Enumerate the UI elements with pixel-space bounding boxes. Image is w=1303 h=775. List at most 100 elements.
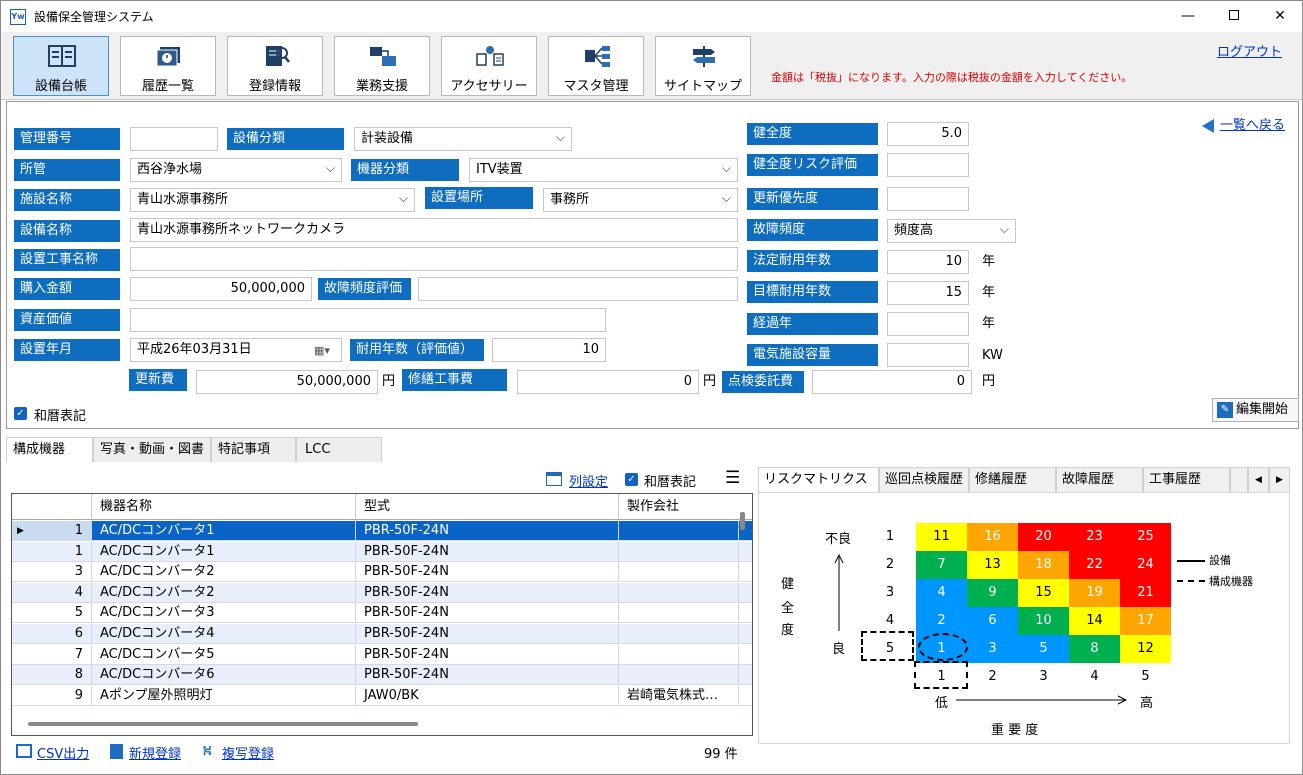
tab-failure-history[interactable]: 故障履歴 <box>1056 467 1143 493</box>
kosho-hindo-hyoka-input[interactable] <box>418 277 738 301</box>
setchi-nengetsu-date[interactable]: 平成26年03月31日 <box>130 338 342 362</box>
matrix-cell: 9 <box>967 579 1018 607</box>
shuzen-kojihi-input[interactable]: 0 <box>517 370 699 394</box>
setchi-koji-input[interactable] <box>130 247 738 271</box>
close-button[interactable]: ✕ <box>1257 5 1302 27</box>
label-shisetsu-meisho: 施設名称 <box>14 189 120 211</box>
vertical-scrollbar[interactable] <box>740 512 745 530</box>
tab-repair-history[interactable]: 修繕履歴 <box>969 467 1056 493</box>
toolbar: 設備台帳 履歴一覧 登録情報 業務支援 アクセサリー マスタ管理 サイトマップ … <box>1 32 1302 100</box>
toolbar-button-accessory[interactable]: アクセサリー <box>441 36 537 96</box>
matrix-cell: 15 <box>1018 579 1069 607</box>
tab-components[interactable]: 構成機器 <box>6 437 93 463</box>
table-row[interactable]: 5 AC/DCコンバータ3 PBR-50F-24N <box>12 603 752 624</box>
matrix-cell: 2 <box>916 607 967 635</box>
grid-wareki-checkbox[interactable]: ✓ <box>625 473 638 486</box>
table-row[interactable]: 1 AC/DCコンバータ1 PBR-50F-24N ▶ <box>12 519 752 541</box>
cell-model: PBR-50F-24N <box>356 603 619 623</box>
title-bar: Yw 設備保全管理システム — ✕ <box>1 1 1302 32</box>
new-record-link[interactable]: 新規登録 <box>129 743 181 762</box>
legend-component-line <box>1177 580 1205 582</box>
koshin-yusendo-input[interactable] <box>887 187 969 211</box>
table-row[interactable]: 4 AC/DCコンバータ2 PBR-50F-24N <box>12 582 752 603</box>
label-kosho-hindo-hyoka: 故障頻度評価 <box>318 278 411 300</box>
table-row[interactable]: 3 AC/DCコンバータ2 PBR-50F-24N <box>12 562 752 583</box>
toolbar-button-history[interactable]: 履歴一覧 <box>120 36 216 96</box>
header-maker[interactable]: 製作会社 <box>619 494 739 519</box>
setchi-basho-select[interactable]: 事務所 <box>543 188 738 212</box>
tab-construction-history[interactable]: 工事履歴 <box>1143 467 1230 493</box>
wareki-checkbox[interactable]: ✓ <box>14 407 27 420</box>
horizontal-scrollbar[interactable] <box>28 722 418 726</box>
toolbar-button-master[interactable]: マスタ管理 <box>548 36 644 96</box>
app-logo-icon: Yw <box>10 9 26 25</box>
minimize-button[interactable]: — <box>1165 5 1211 27</box>
setsubi-meisho-input[interactable]: 青山水源事務所ネットワークカメラ <box>130 218 738 242</box>
konyu-kingaku-input[interactable]: 50,000,000 <box>130 277 312 301</box>
tab-photos[interactable]: 写真・動画・図書 <box>93 437 211 463</box>
grid-menu-icon[interactable]: ☰ <box>725 468 740 488</box>
tab-lcc[interactable]: LCC <box>296 437 382 463</box>
back-to-list-link[interactable]: 一覧へ戻る <box>1202 114 1285 133</box>
toolbar-button-registration[interactable]: 登録情報 <box>227 36 323 96</box>
toolbar-button-sitemap[interactable]: サイトマップ <box>655 36 751 96</box>
cell-name: AC/DCコンバータ1 <box>92 521 356 540</box>
tab-notes[interactable]: 特記事項 <box>211 437 296 463</box>
header-name[interactable]: 機器名称 <box>92 494 356 519</box>
row-number: 1 <box>12 541 92 561</box>
wareki-label: 和暦表記 <box>34 409 87 424</box>
keika-nen-input[interactable] <box>887 312 969 336</box>
label-denki-yoryo: 電気施設容量 <box>747 344 878 366</box>
kosho-hindo-select[interactable]: 頻度高 <box>887 219 1016 243</box>
component-marker-row <box>861 631 914 661</box>
matrix-cell: 22 <box>1069 551 1120 579</box>
cell-model: PBR-50F-24N <box>356 624 619 643</box>
shokan-select[interactable]: 西谷浄水場 <box>130 158 342 182</box>
toolbar-button-ledger[interactable]: 設備台帳 <box>13 36 109 96</box>
toolbar-button-work-support[interactable]: 業務支援 <box>334 36 430 96</box>
koshinhi-input[interactable]: 50,000,000 <box>196 370 378 394</box>
table-row[interactable]: 8 AC/DCコンバータ6 PBR-50F-24N <box>12 665 752 686</box>
shisan-kachi-input[interactable] <box>130 308 606 332</box>
cell-model: PBR-50F-24N <box>356 521 619 540</box>
setsubi-bunrui-select[interactable]: 計装設備 <box>354 127 572 151</box>
label-koshinhi: 更新費 <box>129 369 187 391</box>
kiki-bunrui-select[interactable]: ITV装置 <box>469 158 738 182</box>
table-row[interactable]: 9 Aポンプ屋外照明灯 JAW0/BK 岩崎電気株式… <box>12 685 752 706</box>
matrix-col-label: 3 <box>1039 669 1048 684</box>
column-settings-link[interactable]: 列設定 <box>569 471 608 490</box>
header-model[interactable]: 型式 <box>356 494 619 519</box>
kenzendo-input[interactable]: 5.0 <box>887 122 969 146</box>
calendar-dropdown-icon[interactable]: ▦▾ <box>314 344 330 357</box>
table-row[interactable]: 1 AC/DCコンバータ1 PBR-50F-24N <box>12 541 752 562</box>
tab-risk-matrix[interactable]: リスクマトリクス <box>758 467 879 493</box>
tab-patrol-history[interactable]: 巡回点検履歴 <box>879 467 969 493</box>
maximize-button[interactable] <box>1211 5 1257 27</box>
kanri-bango-input[interactable] <box>130 127 218 151</box>
label-setchi-koji: 設置工事名称 <box>14 249 120 271</box>
label-shokan: 所管 <box>14 159 120 181</box>
csv-export-link[interactable]: CSV出力 <box>37 743 89 762</box>
copy-record-link[interactable]: 複写登録 <box>222 743 274 762</box>
table-row[interactable]: 6 AC/DCコンバータ4 PBR-50F-24N <box>12 624 752 644</box>
label-mokuhyo-taiyo: 目標耐用年数 <box>747 281 878 303</box>
tab-scroll-left-button[interactable]: ◀ <box>1248 467 1269 493</box>
hotei-taiyo-input[interactable]: 10 <box>887 250 969 274</box>
kenzendo-risk-input[interactable] <box>887 153 969 177</box>
taiyo-nensu-input[interactable]: 10 <box>492 338 606 362</box>
right-tab-bar: リスクマトリクス 巡回点検履歴 修繕履歴 故障履歴 工事履歴 ◀ ▶ <box>758 467 1290 493</box>
denki-yoryo-input[interactable] <box>887 343 969 367</box>
matrix-y-title-3: 度 <box>781 623 795 638</box>
legend-equipment-label: 設備 <box>1209 554 1231 567</box>
matrix-cell: 21 <box>1120 579 1171 607</box>
cell-model: JAW0/BK <box>356 685 619 705</box>
mokuhyo-taiyo-input[interactable]: 15 <box>887 281 969 305</box>
tab-scroll-right-button[interactable]: ▶ <box>1269 467 1290 493</box>
unit-yen: 円 <box>703 374 717 389</box>
edit-start-button[interactable]: ✎ 編集開始 <box>1212 398 1299 422</box>
shisetsu-meisho-select[interactable]: 青山水源事務所 <box>130 188 415 212</box>
table-row[interactable]: 7 AC/DCコンバータ5 PBR-50F-24N <box>12 644 752 665</box>
work-support-icon <box>370 47 396 66</box>
logout-link[interactable]: ログアウト <box>1217 41 1282 60</box>
tenken-itakuhi-input[interactable]: 0 <box>812 370 972 394</box>
